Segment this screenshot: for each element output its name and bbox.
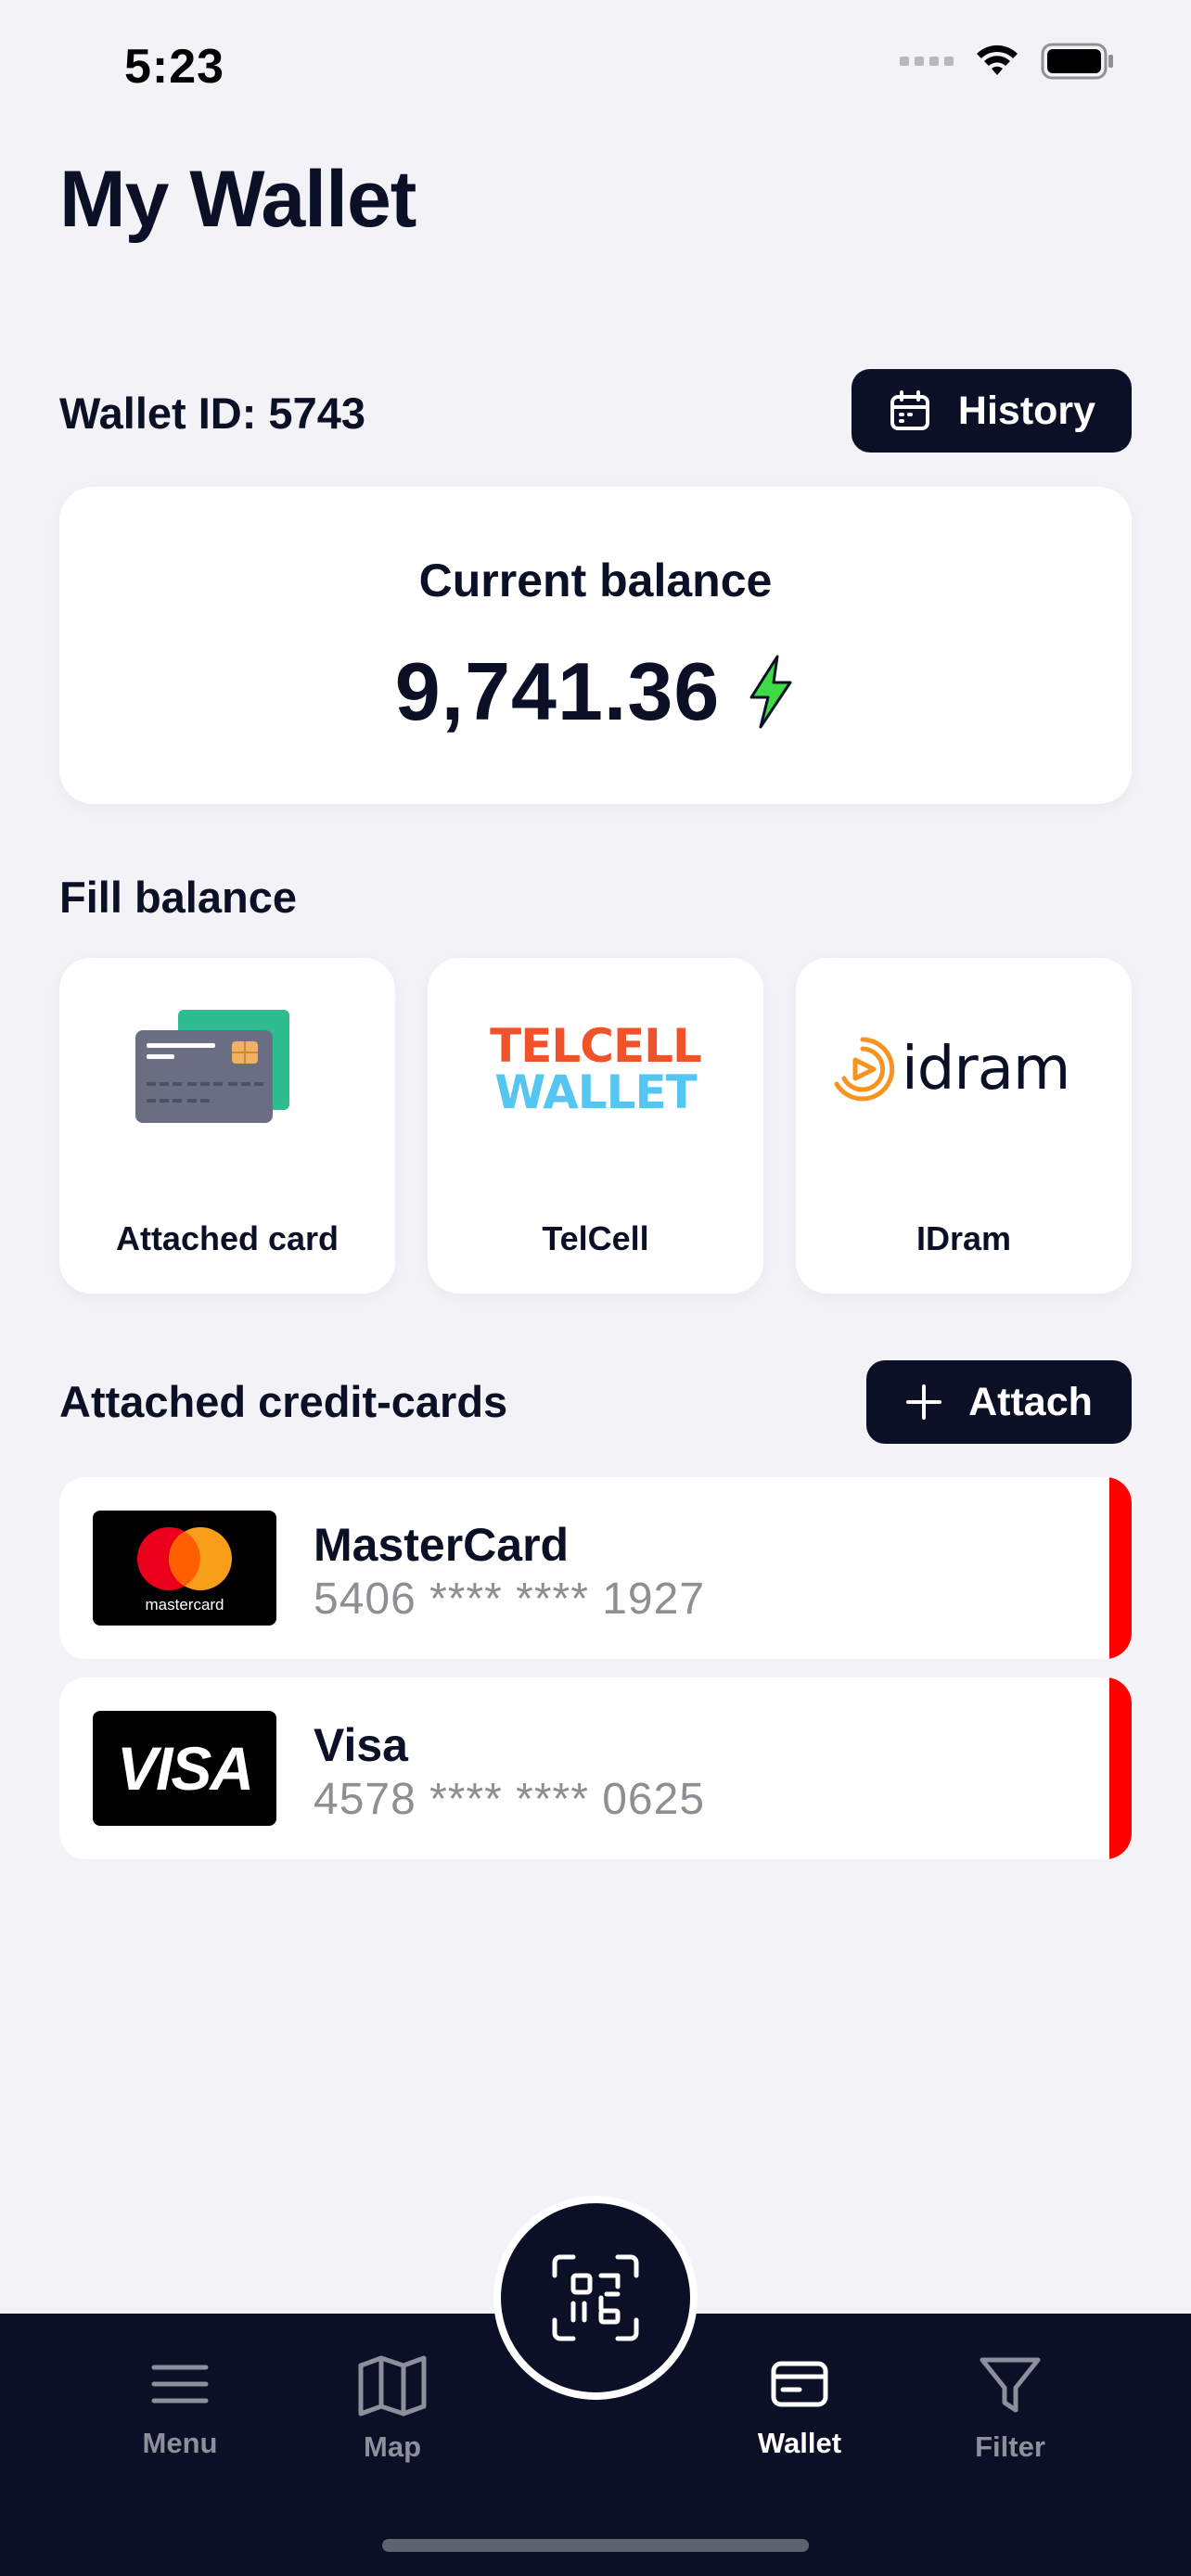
fill-option-label: TelCell [542,1219,649,1257]
fill-option-label: Attached card [115,1219,339,1257]
attach-button[interactable]: Attach [866,1360,1132,1444]
fill-option-attached-card[interactable]: Attached card [59,958,395,1294]
map-icon [358,2355,427,2417]
page-title: My Wallet [59,155,416,244]
credit-card-row-visa[interactable]: VISA Visa 4578 **** **** 0625 [59,1677,1132,1859]
tab-map[interactable]: Map [309,2354,476,2464]
telcell-wallet-logo: TELCELL WALLET [428,1023,763,1116]
battery-icon [1041,43,1113,80]
idram-play-icon [834,1037,895,1102]
idram-logo-text: idram [902,1035,1070,1103]
credit-card-row-mastercard[interactable]: mastercard MasterCard 5406 **** **** 192… [59,1477,1132,1659]
mastercard-logo-text: mastercard [145,1596,224,1613]
tab-label: Map [364,2430,421,2463]
mastercard-logo: mastercard [93,1511,276,1626]
fill-balance-title: Fill balance [59,873,297,922]
balance-label: Current balance [418,555,773,606]
calendar-icon [890,390,929,430]
status-icons [900,43,1115,80]
idram-logo: idram [827,1034,1070,1104]
history-button[interactable]: History [852,369,1132,453]
menu-icon [151,2365,209,2404]
wifi-icon [977,45,1018,75]
tab-menu[interactable]: Menu [96,2354,263,2460]
status-bar: 5:23 [0,0,1191,130]
card-name: MasterCard [314,1519,570,1571]
telcell-logo-line2: WALLET [494,1065,698,1119]
tab-label: Wallet [757,2427,842,2459]
filter-icon [980,2357,1041,2413]
plus-icon [906,1384,942,1420]
wallet-id: Wallet ID: 5743 [59,389,365,438]
telcell-logo-line1: TELCELL [490,1019,702,1073]
credit-cards-title: Attached credit-cards [59,1377,508,1426]
balance-card: Current balance 9,741.36 [59,487,1132,804]
status-time: 5:23 [124,40,225,94]
fill-option-idram[interactable]: idram IDram [796,958,1132,1294]
card-name: Visa [314,1719,408,1771]
tab-label: Filter [975,2430,1045,2463]
qr-scan-icon [552,2254,639,2341]
lightning-bolt-icon [749,655,792,729]
fill-option-telcell[interactable]: TELCELL WALLET TelCell [428,958,763,1294]
card-number: 5406 **** **** 1927 [314,1575,706,1624]
balance-row: 9,741.36 [59,644,1132,739]
tab-label: Menu [142,2427,218,2459]
balance-value: 9,741.36 [394,645,721,737]
history-label: History [957,388,1096,433]
credit-card-icon [135,1010,289,1123]
home-indicator [382,2539,809,2552]
wallet-icon [771,2361,828,2407]
cellular-signal-icon [900,57,954,66]
attach-label: Attach [968,1379,1093,1424]
fill-option-label: IDram [916,1219,1012,1257]
tab-wallet[interactable]: Wallet [716,2354,883,2460]
qr-scan-button[interactable] [501,2203,690,2392]
visa-logo-text: VISA [116,1734,254,1803]
card-delete-stripe[interactable] [1109,1677,1132,1859]
tab-filter[interactable]: Filter [927,2354,1094,2464]
visa-logo: VISA [93,1711,276,1826]
card-number: 4578 **** **** 0625 [314,1775,706,1824]
card-delete-stripe[interactable] [1109,1477,1132,1659]
